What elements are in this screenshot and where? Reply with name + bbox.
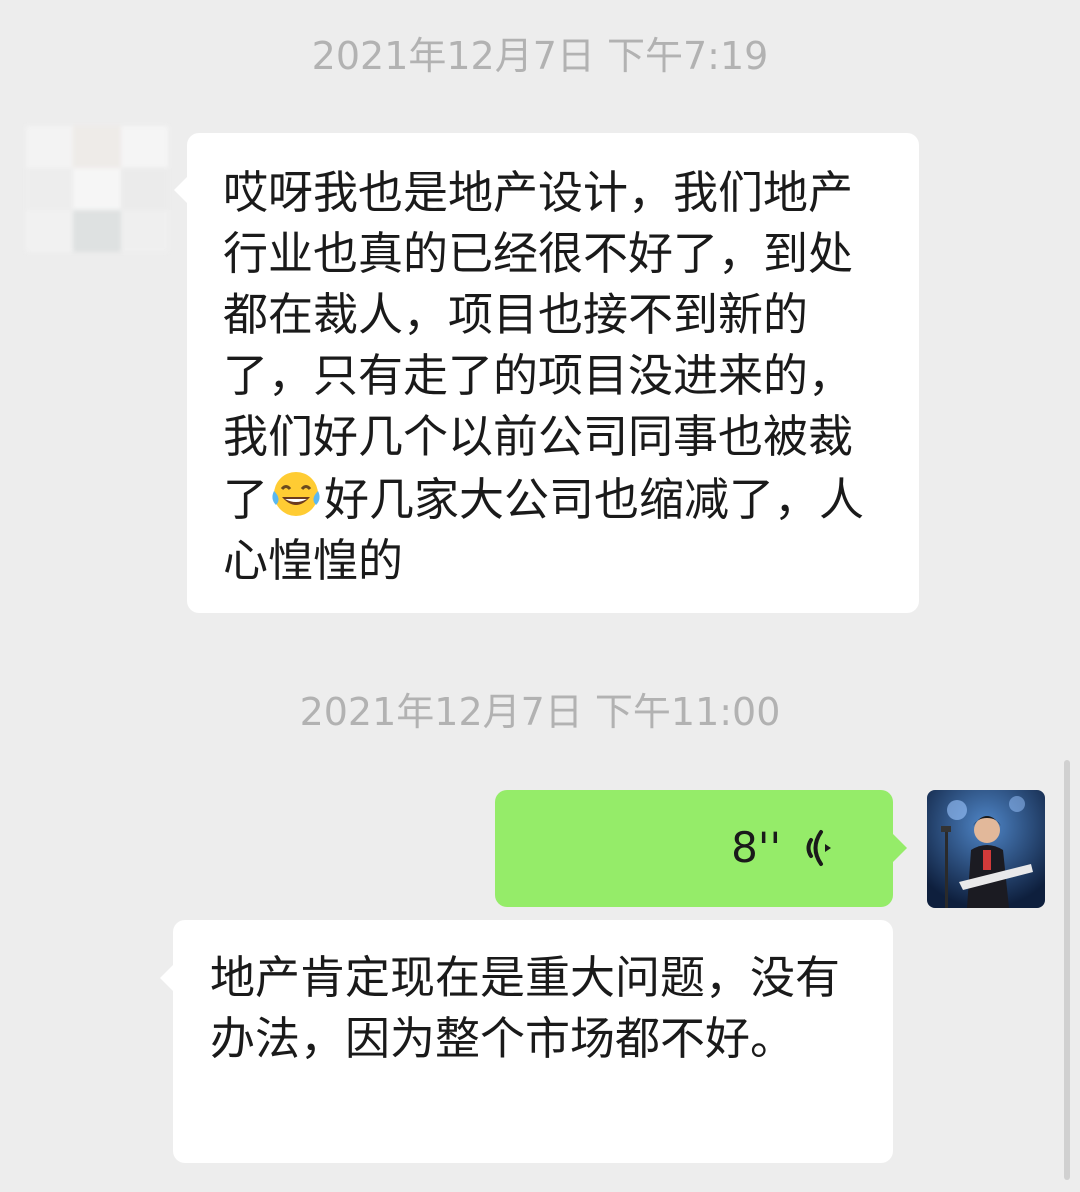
voice-message-bubble[interactable]: 8'' [495,790,893,907]
bubble-tail [160,964,174,992]
user-avatar-image [927,790,1045,908]
voice-wave-icon [806,830,831,866]
contact-avatar[interactable] [26,126,168,252]
scrollbar[interactable] [1064,760,1070,1180]
timestamp: 2021年12月7日 下午7:19 [311,34,769,78]
incoming-message-bubble[interactable]: 地产肯定现在是重大问题，没有办法，因为整个市场都不好。 [173,920,893,1163]
tears-of-joy-emoji-icon [272,472,320,516]
bubble-tail [893,834,907,862]
bubble-tail [174,176,188,204]
message-text: 地产肯定现在是重大问题，没有办法，因为整个市场都不好。 [210,951,841,1065]
timestamp: 2021年12月7日 下午11:00 [299,690,781,734]
voice-duration: 8'' [731,823,781,872]
user-avatar[interactable] [927,790,1045,908]
incoming-message-bubble[interactable]: 哎呀我也是地产设计，我们地产行业也真的已经很不好了，到处都在裁人，项目也接不到新… [187,133,919,613]
